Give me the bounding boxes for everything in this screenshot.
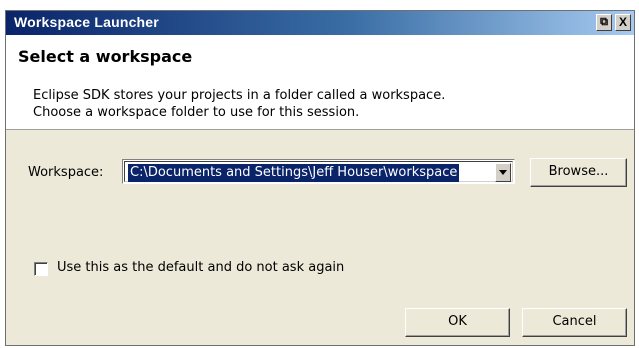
default-checkbox[interactable] bbox=[34, 262, 48, 276]
workspace-launcher-dialog: Workspace Launcher ⧉ X Select a workspac… bbox=[5, 10, 635, 346]
workspace-combo[interactable]: C:\Documents and Settings\Jeff Houser\wo… bbox=[122, 159, 515, 184]
header-description: Eclipse SDK stores your projects in a fo… bbox=[33, 87, 445, 121]
default-checkbox-label[interactable]: Use this as the default and do not ask a… bbox=[57, 260, 344, 275]
title-bar[interactable]: Workspace Launcher ⧉ X bbox=[6, 11, 634, 35]
chevron-down-icon bbox=[499, 170, 507, 175]
restore-icon[interactable]: ⧉ bbox=[596, 14, 612, 31]
browse-button-label: Browse... bbox=[548, 164, 609, 179]
header-panel: Select a workspace Eclipse SDK stores yo… bbox=[6, 35, 634, 130]
cancel-button-label: Cancel bbox=[552, 314, 597, 329]
ok-button-label: OK bbox=[448, 314, 467, 329]
workspace-dropdown-button[interactable] bbox=[495, 163, 511, 182]
workspace-combo-frame: C:\Documents and Settings\Jeff Houser\wo… bbox=[124, 161, 513, 182]
browse-button[interactable]: Browse... bbox=[530, 158, 627, 187]
cancel-button[interactable]: Cancel bbox=[522, 308, 627, 337]
page-title: Select a workspace bbox=[18, 47, 193, 66]
ok-button[interactable]: OK bbox=[405, 308, 510, 337]
window-title: Workspace Launcher bbox=[14, 14, 159, 30]
description-line: Choose a workspace folder to use for thi… bbox=[33, 105, 360, 120]
workspace-label: Workspace: bbox=[28, 165, 104, 180]
description-line: Eclipse SDK stores your projects in a fo… bbox=[33, 88, 446, 103]
close-icon[interactable]: X bbox=[615, 14, 631, 31]
workspace-input[interactable]: C:\Documents and Settings\Jeff Houser\wo… bbox=[128, 164, 460, 182]
